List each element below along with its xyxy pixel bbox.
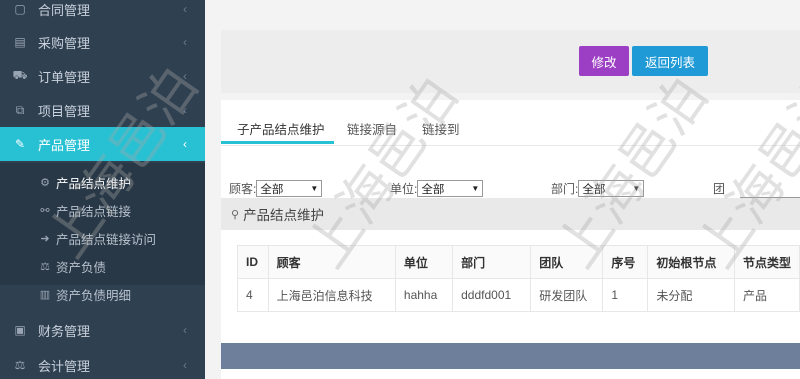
sidebar-item-accounting[interactable]: ⚖ 会计管理 ‹ [0,348,205,379]
chevron-left-icon: ‹ [183,137,187,151]
sidebar-subitem-label: 资产负债 [56,260,107,275]
sidebar-item-orders[interactable]: ⛟ 订单管理 ‹ [0,59,205,93]
sidebar-subitem-balance[interactable]: ⚖ 资产负债 [0,253,205,279]
cell-unit: hahha [394,278,454,312]
sidebar-item-label: 产品管理 [38,137,91,153]
column-header-id[interactable]: ID [237,245,269,279]
sidebar-item-finance[interactable]: ▣ 财务管理 ‹ [0,313,205,347]
gear-icon: ⚙ [40,176,50,189]
sidebar-item-contracts[interactable]: ▢ 合同管理 ‹ [0,0,205,26]
department-filter: 部门: 全部 ▼ [551,172,645,197]
tab-linked-to[interactable]: 链接到 [422,112,460,144]
dropdown-arrow-icon: ▼ [310,184,319,193]
sidebar-subitem-balance-detail[interactable]: ▥ 资产负债明细 [0,281,205,307]
sidebar-subitem-label: 产品结点维护 [56,176,132,191]
toolbar [221,30,800,93]
bar-chart-icon: ▥ [39,288,51,301]
sidebar-item-projects[interactable]: ⧉ 项目管理 ‹ [0,93,205,127]
chevron-left-icon: ‹ [183,69,187,83]
column-header-unit[interactable]: 单位 [394,245,454,279]
column-header-initial-root[interactable]: 初始根节点 [647,245,735,279]
sidebar-subitem-label: 产品结点链接 [56,204,132,219]
customer-select-value: 全部 [260,183,284,196]
customer-filter: 顾客: 全部 ▼ [229,172,323,197]
list-icon: ▤ [14,35,26,49]
tab-child-node-maintenance[interactable]: 子产品结点维护 [237,112,325,144]
sidebar: ▢ 合同管理 ‹ ▤ 采购管理 ‹ ⛟ 订单管理 ‹ ⧉ 项目管理 ‹ ✎ 产品… [0,0,205,379]
cell-initial-root: 未分配 [647,278,735,312]
balance-icon: ⚖ [14,358,26,372]
tab-linked-from[interactable]: 链接源自 [347,112,397,144]
sidebar-subitem-node-link[interactable]: ⚯ 产品结点链接 [0,197,205,223]
section-header: ⚲ 产品结点维护 [221,198,800,230]
column-header-department[interactable]: 部门 [452,245,532,279]
bottom-bar [221,343,800,369]
department-filter-label: 部门: [551,182,579,196]
department-select-value: 全部 [582,183,606,196]
sidebar-item-products[interactable]: ✎ 产品管理 ‹ [0,127,205,161]
column-header-seq[interactable]: 序号 [602,245,649,279]
active-tab-indicator [221,141,334,144]
edit-button[interactable]: 修改 [579,46,629,76]
customer-select[interactable]: 全部 ▼ [256,180,323,197]
unit-filter: 单位: 全部 ▼ [390,172,484,197]
sidebar-subitem-node-maintenance[interactable]: ⚙ 产品结点维护 [0,169,205,195]
sidebar-item-label: 会计管理 [38,358,91,374]
sidebar-item-label: 合同管理 [38,2,91,18]
table-row[interactable]: 4 上海邑泊信息科技 hahha dddfd001 研发团队 1 未分配 产品 [237,278,800,312]
cell-customer: 上海邑泊信息科技 [267,278,396,312]
dropdown-arrow-icon: ▼ [471,184,480,193]
department-select[interactable]: 全部 ▼ [578,180,645,197]
sitemap-icon: ⧉ [15,102,25,117]
back-to-list-button[interactable]: 返回列表 [632,46,708,76]
money-icon: ▣ [14,323,26,337]
sign-in-icon: ➜ [40,232,50,245]
table-header-row: ID 顾客 单位 部门 团队 序号 初始根节点 节点类型 [237,245,800,279]
chevron-left-icon: ‹ [183,2,187,16]
cell-id: 4 [237,278,269,312]
section-title: 产品结点维护 [243,208,325,223]
column-header-team[interactable]: 团队 [530,245,604,279]
dropdown-arrow-icon: ▼ [632,184,641,193]
edit-icon: ✎ [14,137,26,151]
cell-team: 研发团队 [530,278,604,312]
cell-seq: 1 [602,278,649,312]
customer-filter-label: 顾客: [229,182,257,196]
column-header-node-type[interactable]: 节点类型 [733,245,800,279]
chevron-left-icon: ‹ [183,103,187,117]
unit-select[interactable]: 全部 ▼ [417,180,484,197]
sidebar-item-purchasing[interactable]: ▤ 采购管理 ‹ [0,25,205,59]
column-header-customer[interactable]: 顾客 [267,245,396,279]
chevron-left-icon: ‹ [183,35,187,49]
sidebar-item-label: 财务管理 [38,323,91,339]
balance-icon: ⚖ [40,260,50,273]
sidebar-item-label: 项目管理 [38,103,91,119]
user-icon: ⚲ [231,208,240,221]
chevron-left-icon: ‹ [183,323,187,337]
product-node-table: ID 顾客 单位 部门 团队 序号 初始根节点 节点类型 4 上海邑泊信息科技 … [237,245,800,312]
sidebar-subitem-label: 资产负债明细 [56,288,132,303]
link-icon: ⚯ [40,204,50,217]
cell-department: dddfd001 [452,278,532,312]
sidebar-item-label: 采购管理 [38,35,91,51]
sidebar-item-label: 订单管理 [38,69,91,85]
document-icon: ▢ [14,2,26,16]
sidebar-subitem-node-link-access[interactable]: ➜ 产品结点链接访问 [0,225,205,251]
chevron-left-icon: ‹ [183,358,187,372]
unit-filter-label: 单位: [390,182,418,196]
cell-node-type: 产品 [733,278,800,312]
cart-icon: ⛟ [12,68,28,82]
sidebar-subitem-label: 产品结点链接访问 [56,232,157,247]
unit-select-value: 全部 [421,183,445,196]
